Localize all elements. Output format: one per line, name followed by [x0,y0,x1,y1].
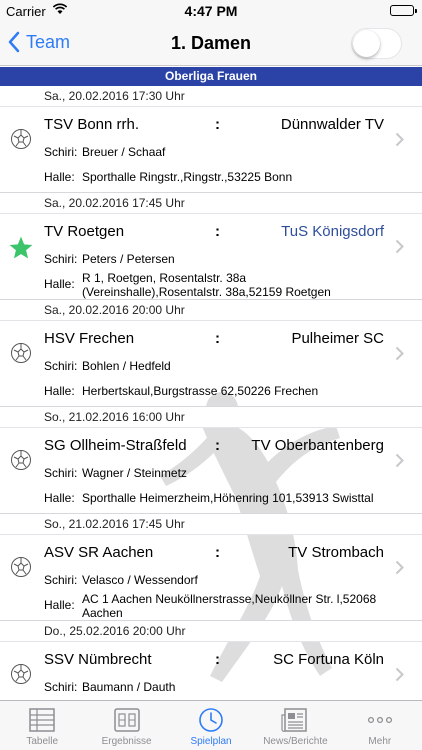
match-row[interactable]: So., 21.02.2016 17:45 Uhr ASV SR Aachen … [0,514,422,621]
venue-address: Sporthalle Heimerzheim,Höhenring 101,539… [82,491,374,505]
score-separator: : [215,544,220,561]
home-team: SSV Nümbrecht [44,651,152,668]
toggle-knob [353,30,380,57]
referee-row: Schiri: Baumann / Dauth [44,680,175,694]
home-team: TV Roetgen [44,223,125,240]
venue-label: Halle: [44,384,75,398]
referee-label: Schiri: [44,145,78,159]
tab-ergebnisse[interactable]: Ergebnisse [84,701,168,750]
venue-address: Herbertskaul,Burgstrasse 62,50226 Freche… [82,384,319,398]
chevron-right-icon [395,667,404,682]
tab-bar: Tabelle Ergebnisse Spielplan News/Berich… [0,700,422,750]
away-team: Dünnwalder TV [280,116,384,133]
venue-row: Halle: Herbertskaul,Burgstrasse 62,50226 … [44,384,318,398]
home-team: SG Ollheim-Straßfeld [44,437,187,454]
referee-names: Wagner / Steinmetz [82,466,187,480]
home-team: TSV Bonn rrh. [44,116,140,133]
score-separator: : [215,223,220,240]
away-team: Pulheimer SC [291,330,384,347]
score-separator: : [215,651,220,668]
match-row[interactable]: Sa., 20.02.2016 17:30 Uhr TSV Bonn rrh. … [0,86,422,193]
match-date: Sa., 20.02.2016 17:45 Uhr [0,193,422,214]
venue-label: Halle: [44,491,75,505]
referee-names: Velasco / Wessendorf [82,573,198,587]
match-list[interactable]: Sa., 20.02.2016 17:30 Uhr TSV Bonn rrh. … [0,86,422,699]
chevron-right-icon [395,346,404,361]
match-date: Sa., 20.02.2016 17:30 Uhr [0,86,422,107]
match-row[interactable]: Sa., 20.02.2016 20:00 Uhr HSV Frechen : … [0,300,422,407]
score-separator: : [215,330,220,347]
referee-label: Schiri: [44,252,78,266]
home-team: ASV SR Aachen [44,544,154,561]
away-team: SC Fortuna Köln [273,651,384,668]
match-date: Do., 25.02.2016 20:00 Uhr [0,621,422,642]
match-row[interactable]: So., 21.02.2016 16:00 Uhr SG Ollheim-Str… [0,407,422,514]
table-icon [29,708,55,732]
chevron-right-icon [395,239,404,254]
referee-row: Schiri: Breuer / Schaaf [44,145,165,159]
match-date: So., 21.02.2016 17:45 Uhr [0,514,422,535]
tab-spielplan[interactable]: Spielplan [169,701,253,750]
star-icon [9,236,33,259]
venue-label: Halle: [44,598,75,612]
clock-icon [199,708,223,732]
match-date: So., 21.02.2016 16:00 Uhr [0,407,422,428]
venue-address: AC 1 Aachen Neuköllnerstrasse,Neuköllner… [82,592,377,620]
referee-label: Schiri: [44,359,78,373]
tab-label: Tabelle [26,736,59,747]
status-bar: Carrier 4:47 PM [0,0,422,22]
chevron-right-icon [395,453,404,468]
away-team: TuS Königsdorf [281,223,384,240]
tab-label: Mehr [368,736,392,747]
referee-row: Schiri: Bohlen / Hedfeld [44,359,171,373]
venue-row: Halle: R 1, Roetgen, Rosentalstr. 38a (Ve… [44,271,382,299]
match-row[interactable]: Sa., 20.02.2016 17:45 Uhr TV Roetgen : T… [0,193,422,300]
favorite-toggle[interactable] [351,28,402,59]
match-date: Sa., 20.02.2016 20:00 Uhr [0,300,422,321]
handball-icon [11,664,31,684]
referee-names: Breuer / Schaaf [82,145,166,159]
chevron-right-icon [395,560,404,575]
score-separator: : [215,437,220,454]
venue-label: Halle: [44,277,75,291]
more-icon [367,716,392,724]
tab-tabelle[interactable]: Tabelle [0,701,84,750]
tab-label: Ergebnisse [101,736,152,747]
tab-label: Spielplan [190,736,232,747]
home-team: HSV Frechen [44,330,135,347]
match-row[interactable]: Do., 25.02.2016 20:00 Uhr SSV Nümbrecht … [0,621,422,699]
referee-label: Schiri: [44,573,78,587]
venue-address: R 1, Roetgen, Rosentalstr. 38a (Vereinsh… [82,271,331,299]
newspaper-icon [281,708,308,732]
referee-names: Bohlen / Hedfeld [82,359,171,373]
referee-row: Schiri: Wagner / Steinmetz [44,466,187,480]
battery-icon [390,5,417,16]
venue-row: Halle: Sporthalle Heimerzheim,Höhenring 1… [44,491,374,505]
referee-row: Schiri: Peters / Petersen [44,252,175,266]
handball-icon [11,343,31,363]
referee-row: Schiri: Velasco / Wessendorf [44,573,198,587]
referee-names: Peters / Petersen [82,252,175,266]
referee-label: Schiri: [44,680,78,694]
referee-names: Baumann / Dauth [82,680,176,694]
navigation-bar: Team 1. Damen [0,22,422,66]
chevron-right-icon [395,132,404,147]
referee-label: Schiri: [44,466,78,480]
handball-icon [11,129,31,149]
handball-icon [11,450,31,470]
venue-label: Halle: [44,170,75,184]
score-separator: : [215,116,220,133]
league-header: Oberliga Frauen [0,67,422,86]
venue-row: Halle: AC 1 Aachen Neuköllnerstrasse,Neuk… [44,592,382,620]
tab-news[interactable]: News/Berichte [253,701,337,750]
tab-label: News/Berichte [263,736,328,747]
venue-address: Sporthalle Ringstr.,Ringstr.,53225 Bonn [82,170,293,184]
scoreboard-icon [113,708,140,732]
clock-time: 4:47 PM [184,3,238,19]
handball-icon [11,557,31,577]
venue-row: Halle: Sporthalle Ringstr.,Ringstr.,53225… [44,170,292,184]
tab-mehr[interactable]: Mehr [338,701,422,750]
away-team: TV Oberbantenberg [251,437,384,454]
away-team: TV Strombach [288,544,384,561]
